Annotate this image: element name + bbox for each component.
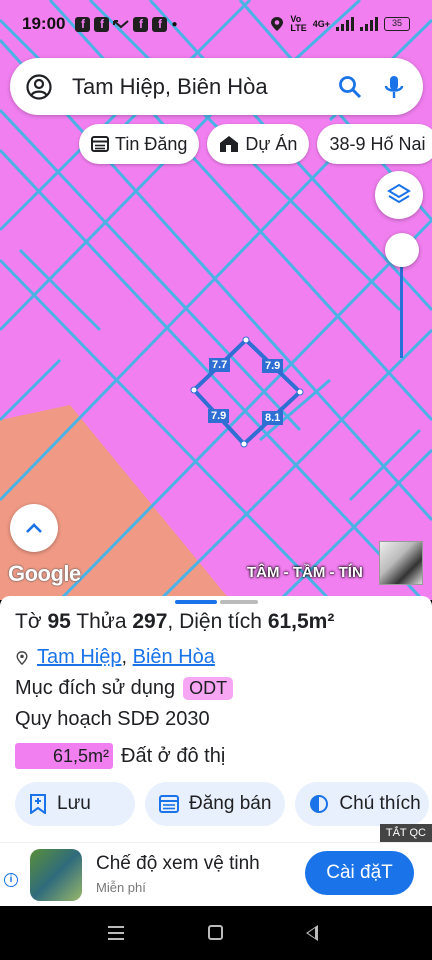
post-for-sale-label: Đăng bán (189, 793, 272, 814)
google-logo: Google (8, 561, 81, 586)
sheet-handle-secondary[interactable] (220, 600, 258, 604)
network-type: 4G+ (312, 19, 330, 29)
chip-38-9-ho-nai[interactable]: 38-9 Hố Nai (317, 124, 432, 164)
ad-title[interactable]: Chế độ xem vệ tinh (96, 853, 260, 875)
layers-button[interactable] (375, 171, 423, 219)
sell-icon (159, 795, 179, 813)
status-time: 19:00 (22, 14, 66, 33)
opacity-slider-thumb[interactable] (385, 233, 419, 267)
filter-chips: Tin Đăng Dự Án 38-9 Hố Nai (79, 124, 432, 164)
edge-length-label: 7.7 (209, 358, 231, 372)
sheet-label: Tờ (15, 610, 42, 633)
agent-name: TÂM - TẦM - TÍN (247, 564, 363, 581)
location-icon (271, 17, 284, 31)
chip-label: 38-9 Hố Nai (329, 133, 426, 154)
sheet-handle[interactable] (175, 600, 217, 604)
save-button[interactable]: Lưu (15, 782, 135, 826)
legend-button[interactable]: Chú thích (295, 782, 429, 826)
chip-label: Tin Đăng (115, 133, 188, 154)
edge-length-label: 7.9 (208, 409, 230, 423)
missed-call-icon (113, 20, 130, 29)
location-pin-icon (16, 650, 28, 665)
save-button-label: Lưu (57, 793, 91, 814)
search-icon[interactable] (337, 74, 363, 100)
facebook-icon: f (75, 16, 91, 32)
zone-type-label: Đất ở đô thị (121, 744, 226, 767)
chevron-up-icon (26, 523, 42, 533)
volte-icon: Vo LTE (290, 14, 307, 33)
ward-link[interactable]: Tam Hiệp (37, 646, 121, 669)
signal-icon-2 (360, 17, 378, 31)
ad-subtitle: Miễn phí (96, 880, 146, 895)
land-use-purpose: Mục đích sử dụng ODT (15, 677, 234, 700)
edge-length-label: 7.9 (262, 359, 284, 373)
chip-label: Dự Án (245, 133, 298, 154)
planning-entry: 61,5m² Đất ở đô thị (15, 743, 225, 769)
area-value: 61,5m² (267, 610, 335, 633)
expand-up-button[interactable] (10, 504, 58, 552)
facebook-icon: f (152, 16, 168, 32)
account-icon[interactable] (26, 73, 52, 100)
chip-du-an[interactable]: Dự Án (207, 124, 310, 164)
save-icon (30, 794, 46, 814)
signal-icon (336, 17, 354, 31)
battery-icon: 35 (384, 17, 410, 31)
status-bar: 19:00 f f f f ● Vo LTE 4G+ 35 (0, 0, 432, 48)
sheet-number: 95 (47, 610, 71, 633)
action-buttons: Lưu Đăng bán Chú thích (15, 782, 429, 826)
facebook-icon: f (133, 16, 149, 32)
plot-label: Thửa (76, 610, 127, 633)
post-for-sale-button[interactable]: Đăng bán (145, 782, 286, 826)
back-icon[interactable] (306, 925, 318, 941)
more-notifications-icon: ● (171, 18, 178, 30)
home-icon[interactable] (208, 925, 223, 940)
recent-apps-icon[interactable] (108, 926, 124, 940)
planning-title: Quy hoạch SDĐ 2030 (15, 708, 210, 730)
system-nav-bar (0, 906, 432, 960)
agent-avatar[interactable] (379, 541, 423, 585)
purpose-code-badge: ODT (183, 677, 234, 700)
layers-icon (387, 183, 411, 204)
opacity-slider-track[interactable] (400, 252, 403, 358)
ad-install-button[interactable]: Cài đặT (305, 851, 414, 895)
ad-banner[interactable]: i Chế độ xem vệ tinh Miễn phí Cài đặT (0, 842, 432, 906)
area-label: Diện tích (179, 610, 262, 633)
legend-button-label: Chú thích (339, 793, 421, 814)
chip-tin-dang[interactable]: Tin Đăng (79, 124, 200, 164)
ad-app-icon[interactable] (30, 849, 82, 901)
parcel-location: Tam Hiệp, Biên Hòa (15, 646, 215, 669)
close-ad-button[interactable]: TẮT QC (379, 824, 432, 842)
purpose-label: Mục đích sử dụng (15, 677, 176, 699)
ad-info-icon[interactable]: i (4, 873, 18, 887)
listing-icon (91, 136, 109, 152)
search-input[interactable]: Tam Hiệp, Biên Hòa (72, 74, 329, 100)
notification-icons: f f f f ● (75, 16, 178, 32)
status-right: Vo LTE 4G+ 35 (270, 15, 410, 33)
parcel-info-sheet[interactable]: Tờ 95 Thửa 297, Diện tích 61,5m² Tam Hiệ… (0, 596, 432, 842)
city-link[interactable]: Biên Hòa (133, 646, 215, 669)
search-bar[interactable]: Tam Hiệp, Biên Hòa (10, 58, 423, 115)
facebook-icon: f (94, 16, 110, 32)
edge-length-label: 8.1 (262, 411, 284, 425)
legend-icon (310, 795, 329, 813)
zone-color-swatch: 61,5m² (15, 743, 113, 769)
microphone-icon[interactable] (381, 74, 407, 100)
project-icon (220, 136, 239, 152)
parcel-title: Tờ 95 Thửa 297, Diện tích 61,5m² (15, 610, 335, 633)
plot-number: 297 (132, 610, 168, 633)
